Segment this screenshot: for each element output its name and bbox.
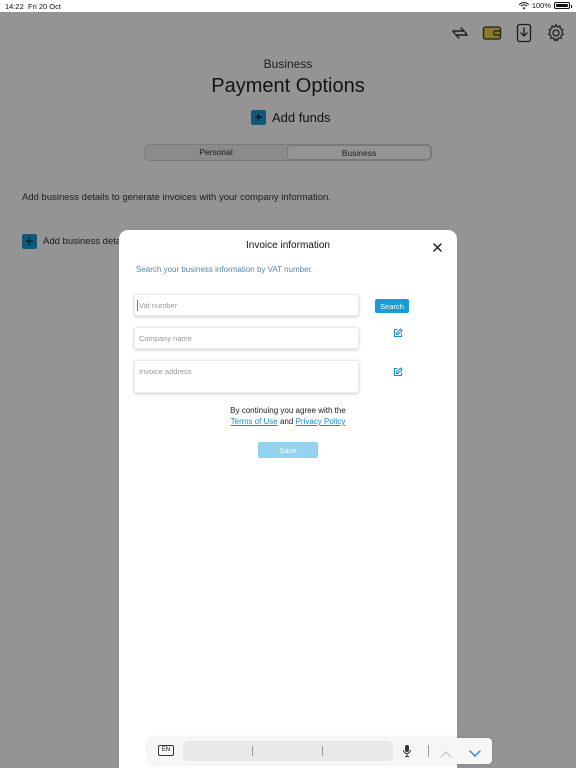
invoice-address-field[interactable] [134, 360, 359, 393]
wifi-icon [518, 1, 529, 9]
invoice-address-input[interactable] [135, 361, 358, 392]
status-date: Fri 20 Oct [28, 2, 61, 11]
company-name-input[interactable] [135, 328, 358, 349]
modal-title: Invoice information [246, 240, 330, 251]
terms-of-use-link[interactable]: Terms of Use [231, 417, 278, 426]
keyboard-language-button[interactable]: EN [158, 745, 174, 756]
search-button[interactable]: Search [375, 299, 409, 313]
battery-percent: 100% [531, 1, 551, 10]
invoice-information-modal: Invoice information Search your business… [119, 230, 457, 768]
battery-icon [554, 2, 572, 9]
status-time: 14:22 [5, 2, 24, 11]
terms-prefix: By continuing you agree with the [230, 406, 346, 415]
microphone-icon[interactable] [402, 744, 412, 758]
terms-and: and [279, 417, 294, 426]
chevron-down-icon[interactable] [468, 746, 482, 757]
vat-search-hint: Search your business information by VAT … [136, 265, 313, 274]
close-icon[interactable] [432, 240, 443, 252]
keyboard-assistant-bar: EN [148, 738, 492, 764]
keyboard-divider [428, 745, 429, 757]
terms-notice: By continuing you agree with the Terms o… [119, 405, 457, 427]
status-right: 100% [518, 1, 572, 10]
edit-company-icon[interactable] [393, 325, 403, 337]
vat-number-field[interactable] [134, 294, 359, 316]
company-name-field[interactable] [134, 327, 359, 349]
predictive-text-bar[interactable] [183, 741, 393, 761]
status-bar: 14:22 Fri 20 Oct 100% [0, 0, 576, 12]
chevron-up-icon[interactable] [439, 746, 453, 758]
edit-address-icon[interactable] [393, 364, 403, 376]
vat-number-input[interactable] [135, 295, 358, 316]
save-button[interactable]: Save [258, 442, 318, 458]
privacy-policy-link[interactable]: Privacy Policy [296, 417, 346, 426]
